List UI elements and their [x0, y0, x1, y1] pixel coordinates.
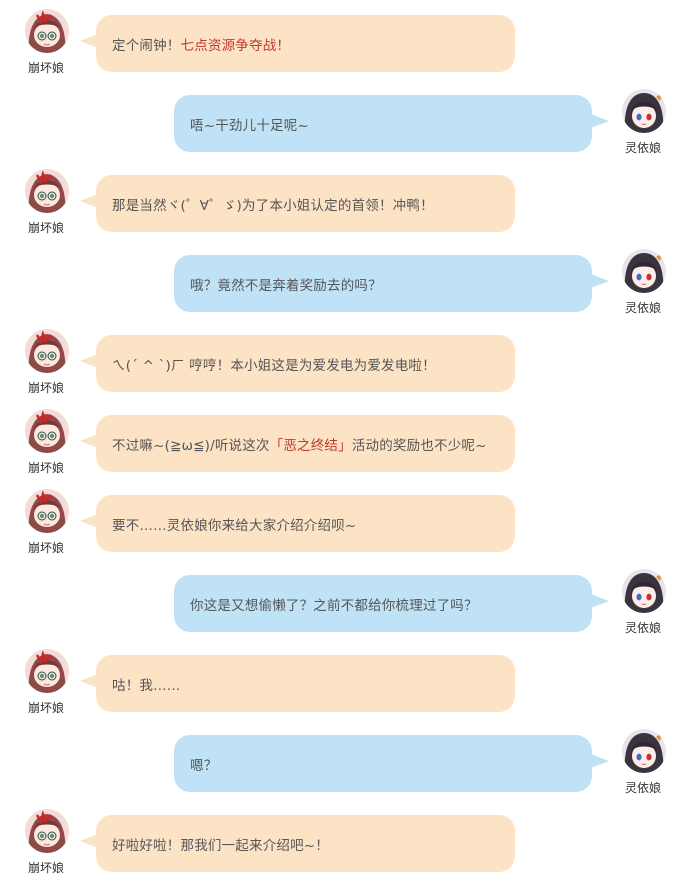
- avatar-benghuainiang[interactable]: [25, 9, 69, 53]
- message-text: 要不……灵依娘你来给大家介绍介绍呗~: [112, 517, 357, 534]
- message-bubble: 咕！我……: [96, 655, 515, 712]
- avatar-benghuainiang[interactable]: [25, 649, 69, 693]
- avatar-benghuainiang[interactable]: [25, 809, 69, 853]
- message-text: 唔~干劲儿十足呢~: [190, 117, 309, 134]
- message-text: 定个闹钟！: [112, 37, 181, 54]
- avatar-lingyiniang[interactable]: [622, 89, 666, 133]
- speaker-name: 灵依娘: [624, 781, 661, 795]
- avatar-benghuainiang[interactable]: [25, 169, 69, 213]
- chat-row: 灵依娘 你这是又想偷懒了？之前不都给你梳理过了吗？: [0, 560, 676, 640]
- chat-row: 崩坏娘 那是当然ヾ(゜∀゜ゞ)为了本小姐认定的首领！冲鸭！: [0, 160, 676, 240]
- bubble-tail: [591, 754, 609, 768]
- message-text: ㄟ(ˊ ^ ˋ)ㄏ 哼哼！本小姐这是为爱发电为爱发电啦！: [112, 357, 436, 374]
- message-bubble: 好啦好啦！那我们一起来介绍吧~！: [96, 815, 515, 872]
- avatar-lingyiniang[interactable]: [622, 569, 666, 613]
- message-bubble: 嗯？: [174, 735, 592, 792]
- message-bubble: 那是当然ヾ(゜∀゜ゞ)为了本小姐认定的首领！冲鸭！: [96, 175, 515, 232]
- chat-row: 崩坏娘 不过嘛~(≧ω≦)/听说这次 「恶之终结」 活动的奖励也不少呢~: [0, 400, 676, 480]
- speaker-name: 崩坏娘: [27, 861, 64, 875]
- message-text: 活动的奖励也不少呢~: [351, 437, 487, 454]
- chat-row: 崩坏娘 好啦好啦！那我们一起来介绍吧~！: [0, 800, 676, 880]
- chat-row: 灵依娘 哦？竟然不是奔着奖励去的吗？: [0, 240, 676, 320]
- speaker-name: 崩坏娘: [27, 61, 64, 75]
- speaker-name: 灵依娘: [624, 621, 661, 635]
- message-bubble: 唔~干劲儿十足呢~: [174, 95, 592, 152]
- avatar-benghuainiang[interactable]: [25, 329, 69, 373]
- speaker-name: 崩坏娘: [27, 541, 64, 555]
- message-bubble: 不过嘛~(≧ω≦)/听说这次 「恶之终结」 活动的奖励也不少呢~: [96, 415, 515, 472]
- speaker-name: 崩坏娘: [27, 381, 64, 395]
- chat-row: 崩坏娘 定个闹钟！ 七点资源争夺战！: [0, 0, 676, 80]
- message-text: 咕！我……: [112, 677, 181, 694]
- speaker-name: 崩坏娘: [27, 701, 64, 715]
- chat-row: 崩坏娘 要不……灵依娘你来给大家介绍介绍呗~: [0, 480, 676, 560]
- speaker-name: 崩坏娘: [27, 221, 64, 235]
- chat-row: 崩坏娘 咕！我……: [0, 640, 676, 720]
- message-text: 不过嘛~(≧ω≦)/听说这次: [112, 437, 270, 454]
- message-bubble: 你这是又想偷懒了？之前不都给你梳理过了吗？: [174, 575, 592, 632]
- avatar-benghuainiang[interactable]: [25, 409, 69, 453]
- message-text: 你这是又想偷懒了？之前不都给你梳理过了吗？: [190, 597, 478, 614]
- bubble-tail: [591, 594, 609, 608]
- chat-row: 灵依娘 唔~干劲儿十足呢~: [0, 80, 676, 160]
- bubble-tail: [591, 274, 609, 288]
- message-bubble: 要不……灵依娘你来给大家介绍介绍呗~: [96, 495, 515, 552]
- avatar-lingyiniang[interactable]: [622, 249, 666, 293]
- avatar-lingyiniang[interactable]: [622, 729, 666, 773]
- message-text: 嗯？: [190, 757, 218, 774]
- bubble-tail: [591, 114, 609, 128]
- message-text: 好啦好啦！那我们一起来介绍吧~！: [112, 837, 330, 854]
- speaker-name: 灵依娘: [624, 141, 661, 155]
- chat-row: 崩坏娘 ㄟ(ˊ ^ ˋ)ㄏ 哼哼！本小姐这是为爱发电为爱发电啦！: [0, 320, 676, 400]
- message-text: 那是当然ヾ(゜∀゜ゞ)为了本小姐认定的首领！冲鸭！: [112, 197, 434, 214]
- message-bubble: ㄟ(ˊ ^ ˋ)ㄏ 哼哼！本小姐这是为爱发电为爱发电啦！: [96, 335, 515, 392]
- message-bubble: 哦？竟然不是奔着奖励去的吗？: [174, 255, 592, 312]
- chat-row: 灵依娘 嗯？: [0, 720, 676, 800]
- message-text: 哦？竟然不是奔着奖励去的吗？: [190, 277, 382, 294]
- speaker-name: 崩坏娘: [27, 461, 64, 475]
- message-bubble: 定个闹钟！ 七点资源争夺战！: [96, 15, 515, 72]
- message-highlight: 七点资源争夺战！: [180, 37, 291, 54]
- message-highlight: 「恶之终结」: [269, 437, 352, 454]
- speaker-name: 灵依娘: [624, 301, 661, 315]
- avatar-benghuainiang[interactable]: [25, 489, 69, 533]
